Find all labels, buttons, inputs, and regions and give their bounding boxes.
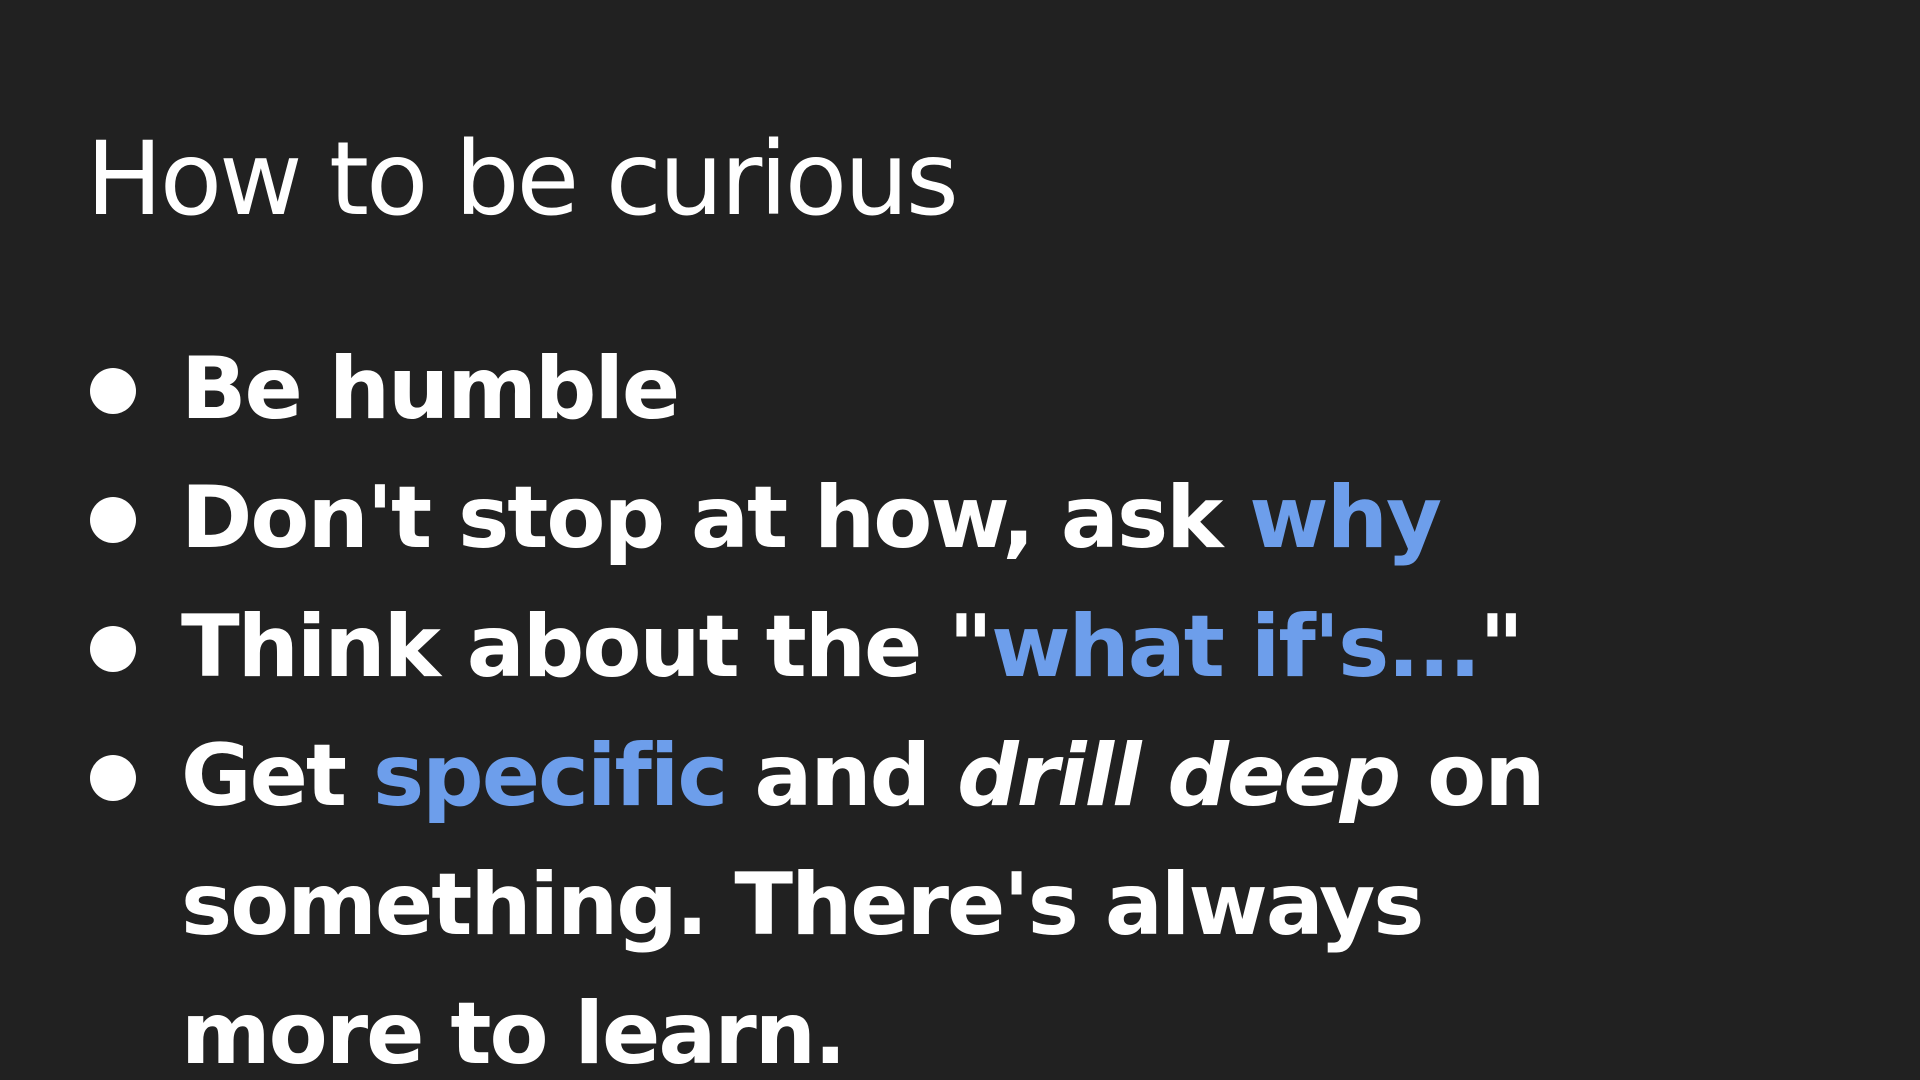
bullet-item-get-specific: Get specific and drill deep on something… bbox=[86, 712, 1666, 1080]
bullet-item-what-ifs: Think about the "what if's..." bbox=[86, 583, 1666, 712]
slide-title: How to be curious bbox=[86, 120, 959, 239]
bullet-text-suffix: " bbox=[1479, 597, 1524, 697]
bullet-list: Be humble Don't stop at how, ask why Thi… bbox=[86, 325, 1666, 1080]
bullet-dot-icon bbox=[90, 368, 136, 414]
bullet-dot-icon bbox=[90, 626, 136, 672]
bullet-accent-text: specific bbox=[372, 726, 728, 826]
bullet-text: Be humble bbox=[181, 339, 680, 439]
bullet-dot-icon bbox=[90, 497, 136, 543]
bullet-accent-text: why bbox=[1249, 468, 1442, 568]
bullet-item-ask-why: Don't stop at how, ask why bbox=[86, 454, 1666, 583]
bullet-item-be-humble: Be humble bbox=[86, 325, 1666, 454]
bullet-emphasis-text: drill deep bbox=[957, 726, 1401, 826]
bullet-text-prefix: Get bbox=[181, 726, 373, 826]
bullet-dot-icon bbox=[90, 755, 136, 801]
bullet-accent-text: what if's... bbox=[991, 597, 1481, 697]
bullet-text: Don't stop at how, ask bbox=[181, 468, 1250, 568]
bullet-text-prefix: Think about the " bbox=[181, 597, 993, 697]
bullet-text-middle: and bbox=[726, 726, 958, 826]
slide: How to be curious Be humble Don't stop a… bbox=[0, 0, 1920, 1080]
